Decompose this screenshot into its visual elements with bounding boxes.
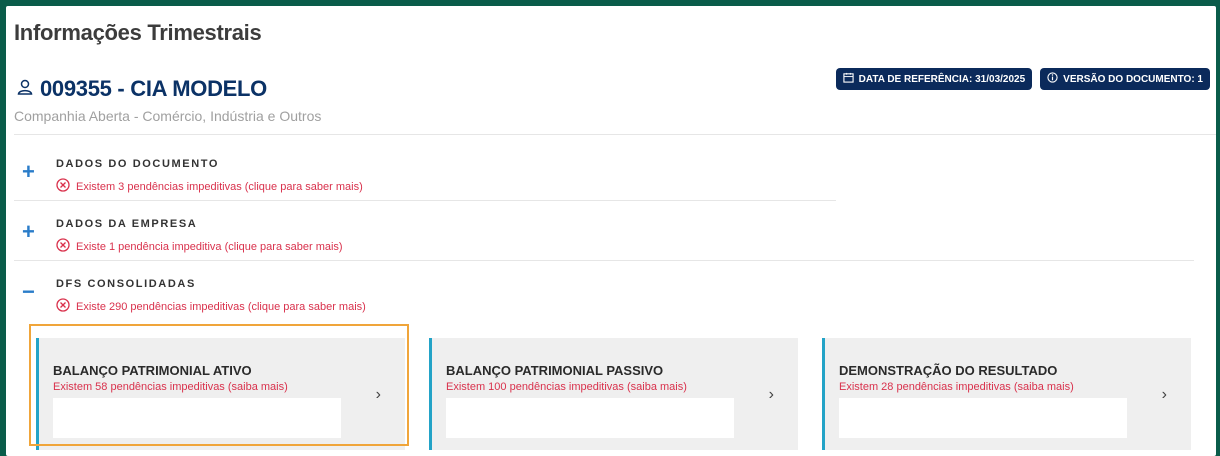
section-title[interactable]: DADOS DO DOCUMENTO [56,158,219,170]
section-title[interactable]: DFS CONSOLIDADAS [56,278,196,290]
chevron-right-icon[interactable]: › [376,386,381,404]
error-message[interactable]: Existe 1 pendência impeditiva (clique pa… [56,238,343,255]
error-text[interactable]: Existem 3 pendências impeditivas (clique… [76,181,363,193]
card-error-link[interactable]: Existem 100 pendências impeditivas (saib… [446,381,687,393]
collapse-icon[interactable]: − [22,281,40,303]
badge-group: DATA DE REFERÊNCIA: 31/03/2025 VERSÃO DO… [835,68,1210,90]
company-subtitle: Companhia Aberta - Comércio, Indústria e… [14,108,322,124]
company-header: 009355 - CIA MODELO [16,76,267,102]
card-balanco-passivo[interactable]: BALANÇO PATRIMONIAL PASSIVO Existem 100 … [429,338,798,450]
section-dfs-consolidadas[interactable]: − DFS CONSOLIDADAS Existe 290 pendências… [14,276,1194,326]
card-content-box [53,398,341,438]
card-title: BALANÇO PATRIMONIAL PASSIVO [446,363,664,378]
document-version-badge: VERSÃO DO DOCUMENTO: 1 [1040,68,1210,90]
reference-date-badge: DATA DE REFERÊNCIA: 31/03/2025 [835,68,1033,90]
chevron-right-icon[interactable]: › [1162,386,1167,404]
section-dados-empresa[interactable]: + DADOS DA EMPRESA Existe 1 pendência im… [14,216,1194,266]
reference-date-label: DATA DE REFERÊNCIA: 31/03/2025 [858,73,1026,85]
error-message[interactable]: Existem 3 pendências impeditivas (clique… [56,178,363,195]
divider [14,200,836,201]
company-name: 009355 - CIA MODELO [40,76,267,101]
error-circle-icon [56,238,70,255]
card-content-box [839,398,1127,438]
calendar-icon [842,72,854,86]
section-dados-documento[interactable]: + DADOS DO DOCUMENTO Existem 3 pendência… [14,156,1194,206]
divider [14,134,1216,135]
expand-icon[interactable]: + [22,221,40,243]
card-title: BALANÇO PATRIMONIAL ATIVO [53,363,252,378]
card-balanco-ativo[interactable]: BALANÇO PATRIMONIAL ATIVO Existem 58 pen… [36,338,405,450]
card-error-link[interactable]: Existem 28 pendências impeditivas (saiba… [839,381,1074,393]
card-demonstracao-resultado[interactable]: DEMONSTRAÇÃO DO RESULTADO Existem 28 pen… [822,338,1191,450]
error-text[interactable]: Existe 290 pendências impeditivas (cliqu… [76,301,366,313]
card-title: DEMONSTRAÇÃO DO RESULTADO [839,363,1058,378]
info-icon [1047,72,1058,86]
section-title[interactable]: DADOS DA EMPRESA [56,218,197,230]
document-version-label: VERSÃO DO DOCUMENTO: 1 [1063,73,1203,85]
error-circle-icon [56,178,70,195]
card-content-box [446,398,734,438]
main-panel: Informações Trimestrais 009355 - CIA MOD… [6,6,1216,456]
card-error-link[interactable]: Existem 58 pendências impeditivas (saiba… [53,381,288,393]
error-message[interactable]: Existe 290 pendências impeditivas (cliqu… [56,298,366,315]
chevron-right-icon[interactable]: › [769,386,774,404]
page-title: Informações Trimestrais [14,20,262,45]
error-text[interactable]: Existe 1 pendência impeditiva (clique pa… [76,241,343,253]
expand-icon[interactable]: + [22,161,40,183]
user-icon [16,78,34,101]
error-circle-icon [56,298,70,315]
divider [14,260,1194,261]
